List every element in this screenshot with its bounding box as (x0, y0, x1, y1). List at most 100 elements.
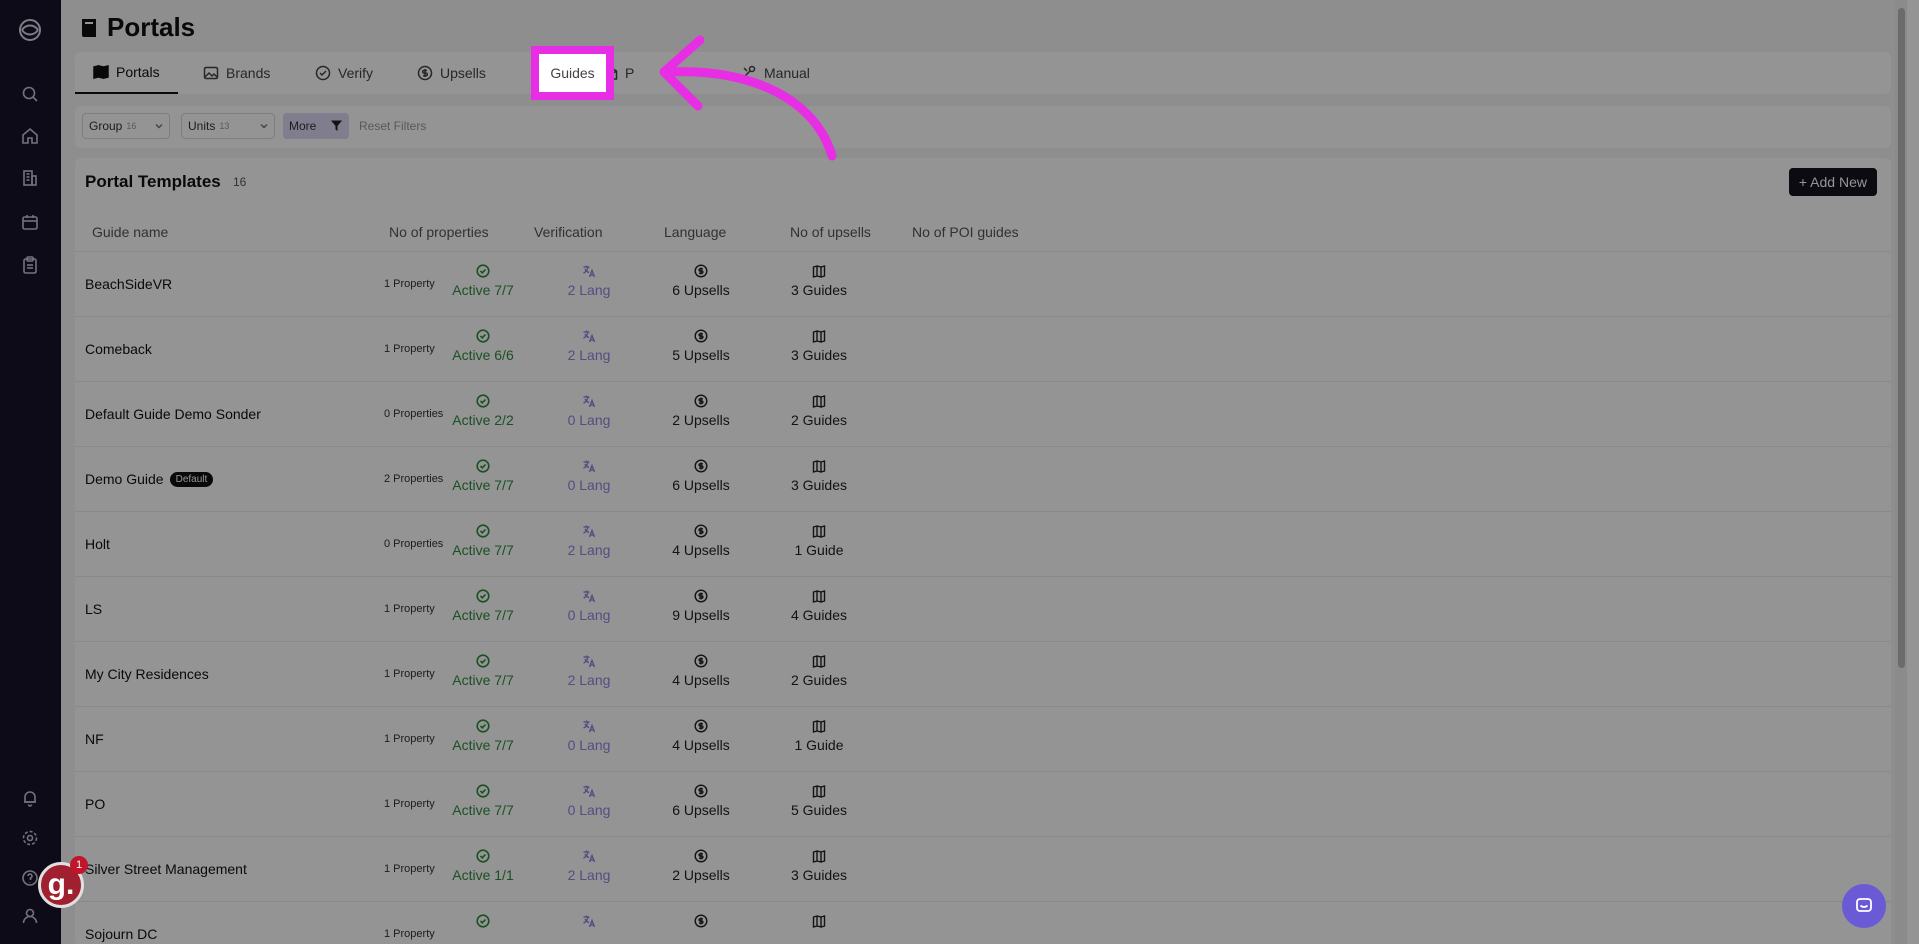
table-row[interactable]: Comeback 1 Property Active 6/6 2 Lang 5 Upse… (75, 316, 1891, 381)
language-count[interactable]: 2 Lang (529, 849, 649, 883)
table-row[interactable]: BeachSideVR 1 Property Active 7/7 2 Lang 6 U… (75, 251, 1891, 316)
translate-icon (583, 655, 596, 668)
column-header[interactable]: No of upsells (790, 224, 871, 240)
language-count[interactable]: 2 Lang (529, 654, 649, 688)
verification-text: Active 2/2 (452, 412, 514, 428)
check-circle-icon (476, 459, 490, 473)
tab-portals[interactable]: Portals (75, 52, 178, 94)
map-icon (812, 655, 826, 668)
calendar-icon[interactable] (18, 210, 42, 234)
table-row[interactable]: Silver Street Management 1 Property Active… (75, 836, 1891, 901)
table-row[interactable]: LS 1 Property Active 7/7 0 Lang 9 Upsells 4 G… (75, 576, 1891, 641)
guide-name[interactable]: BeachSideVR (85, 276, 172, 292)
language-count[interactable]: 0 Lang (529, 589, 649, 623)
language-text: 2 Lang (567, 282, 611, 298)
filter-bar: Group 16 Units 13 More Reset Filters (75, 106, 1891, 148)
upsell-text: 4 Upsells (672, 542, 730, 558)
search-icon[interactable] (18, 82, 42, 106)
tab-brands[interactable]: Brands (203, 52, 270, 94)
language-count[interactable]: 0 Lang (529, 719, 649, 753)
notification-badge: 1 (70, 856, 88, 874)
tab-verify[interactable]: Verify (315, 52, 373, 94)
guide-name[interactable]: Holt (85, 536, 110, 552)
default-badge: Default (169, 471, 214, 487)
table-row[interactable]: Demo Guide Default 2 Properties Active 7/7 0… (75, 446, 1891, 511)
column-header[interactable]: No of POI guides (912, 224, 1019, 240)
column-header[interactable]: Verification (534, 224, 602, 240)
guide-name[interactable]: My City Residences (85, 666, 209, 682)
add-new-button[interactable]: + Add New (1788, 168, 1877, 196)
language-count[interactable]: 0 Lang (529, 784, 649, 818)
guide-name[interactable]: LS (85, 601, 102, 617)
gear-icon[interactable] (18, 826, 42, 850)
guide-name[interactable]: Silver Street Management (85, 861, 247, 877)
check-circle-icon (476, 849, 490, 863)
verification-text: Active 7/7 (452, 282, 514, 298)
upsell-text: 9 Upsells (672, 607, 730, 623)
dollar-circle-icon (694, 784, 708, 798)
book-icon (82, 18, 96, 37)
translate-icon (583, 915, 596, 928)
dollar-circle-icon (694, 459, 708, 473)
chat-launcher-button[interactable] (1842, 884, 1886, 928)
tab-guides[interactable]: Guides (531, 46, 614, 100)
poi-guide-text: 1 Guide (794, 542, 844, 558)
tab-bar: Portals Brands Verify Upsells P Manual (75, 52, 1891, 94)
dollar-circle-icon (694, 394, 708, 408)
table-row[interactable]: Default Guide Demo Sonder 0 Properties Act… (75, 381, 1891, 446)
reset-filters-link[interactable]: Reset Filters (359, 119, 426, 133)
column-header[interactable]: No of properties (389, 224, 489, 240)
guide-name-text: LS (85, 601, 103, 617)
upsell-text: 6 Upsells (672, 802, 730, 818)
poi-guide-text: 2 Guides (790, 672, 848, 688)
tab-label: Portals (116, 64, 160, 80)
bell-icon[interactable] (18, 786, 42, 810)
upsell-count: 6 Upsells (641, 459, 761, 493)
verification-status: Active 7/7 (423, 459, 543, 493)
language-count[interactable] (529, 914, 649, 932)
guide-name[interactable]: Comeback (85, 341, 152, 357)
verification-text: Active 7/7 (452, 542, 514, 558)
poi-guide-count: 4 Guides (759, 589, 879, 623)
scrollbar-thumb[interactable] (1898, 8, 1905, 668)
column-header[interactable]: Language (664, 224, 726, 240)
guide-name[interactable]: Demo Guide Default (85, 471, 214, 487)
tab-upsells[interactable]: Upsells (417, 52, 486, 94)
upsell-text: 5 Upsells (672, 347, 730, 363)
guide-name[interactable]: NF (85, 731, 104, 747)
logo-icon[interactable] (14, 14, 46, 46)
map-book-icon (93, 65, 109, 79)
guide-name[interactable]: Default Guide Demo Sonder (85, 406, 261, 422)
dollar-circle-icon (694, 524, 708, 538)
language-count[interactable]: 2 Lang (529, 329, 649, 363)
translate-icon (583, 590, 596, 603)
table-row[interactable]: My City Residences 1 Property Active 7/7 2 … (75, 641, 1891, 706)
more-filters-button[interactable]: More (283, 113, 349, 139)
group-filter-select[interactable]: Group 16 (82, 113, 170, 139)
language-count[interactable]: 2 Lang (529, 264, 649, 298)
guide-name[interactable]: PO (85, 796, 105, 812)
verification-status: Active 6/6 (423, 329, 543, 363)
language-count[interactable]: 0 Lang (529, 459, 649, 493)
table-row[interactable]: NF 1 Property Active 7/7 0 Lang 4 Upsells 1 G… (75, 706, 1891, 771)
table-row[interactable]: Holt 0 Properties Active 7/7 2 Lang 4 Upsell… (75, 511, 1891, 576)
upsell-count: 2 Upsells (641, 394, 761, 428)
language-count[interactable]: 2 Lang (529, 524, 649, 558)
translate-icon (583, 265, 596, 278)
map-icon (812, 265, 826, 278)
table-row[interactable]: PO 1 Property Active 7/7 0 Lang 6 Upsells 5 G… (75, 771, 1891, 836)
column-header[interactable]: Guide name (92, 224, 168, 240)
scrollbar[interactable] (1895, 0, 1907, 944)
guide-name[interactable]: Sojourn DC (85, 926, 157, 942)
building-icon[interactable] (18, 166, 42, 190)
poi-guide-text: 3 Guides (790, 347, 848, 363)
user-icon[interactable] (18, 904, 42, 928)
dollar-circle-icon (694, 654, 708, 668)
language-count[interactable]: 0 Lang (529, 394, 649, 428)
poi-guide-count: 5 Guides (759, 784, 879, 818)
dollar-circle-icon (694, 849, 708, 863)
home-icon[interactable] (18, 124, 42, 148)
table-row[interactable]: Sojourn DC 1 Property (75, 901, 1891, 944)
clipboard-icon[interactable] (18, 253, 42, 277)
units-filter-select[interactable]: Units 13 (181, 113, 275, 139)
